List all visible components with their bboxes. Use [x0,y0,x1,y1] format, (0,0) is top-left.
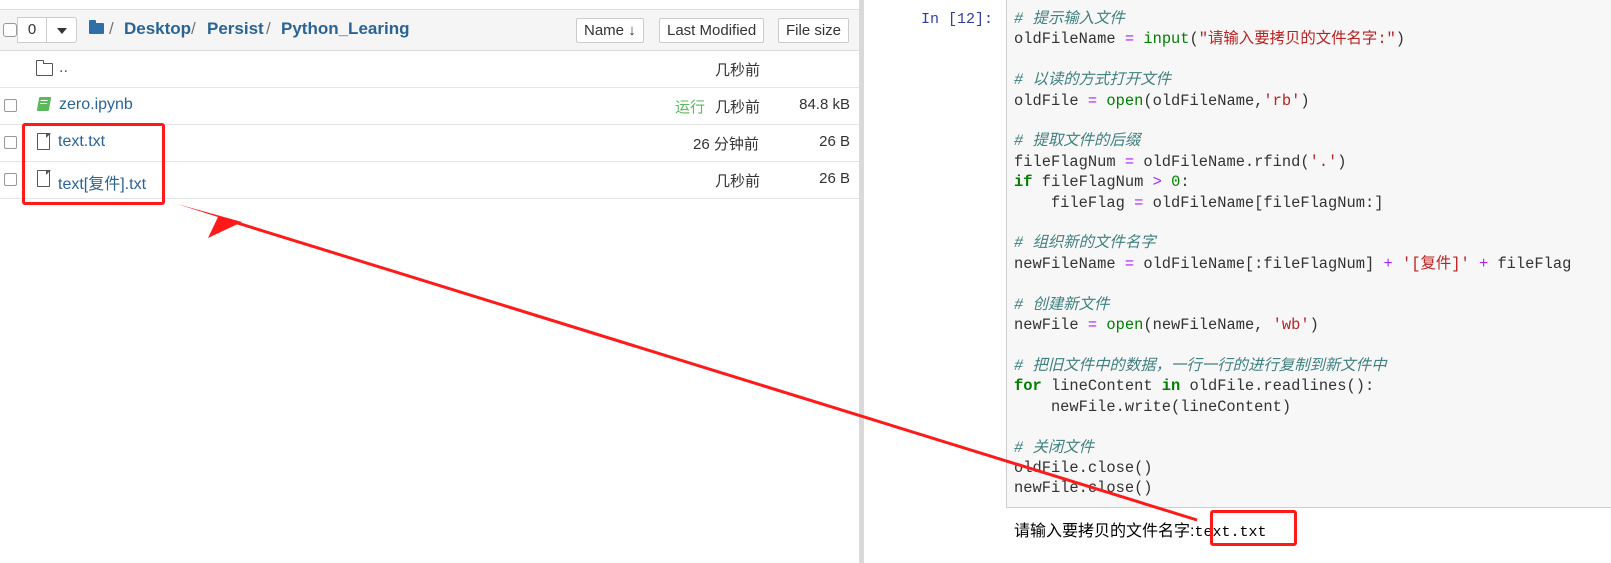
file-name[interactable]: .. [59,59,68,77]
file-size: 26 B [819,170,850,187]
last-modified: 几秒前 [715,99,761,116]
selected-count: 0 [17,17,47,43]
code-line: # 创建新文件 [1014,295,1110,314]
sort-by-file-size-button[interactable]: File size [778,18,850,43]
file-size: 26 B [819,133,850,150]
code-line: # 把旧文件中的数据，一行一行的进行复制到新文件中 [1014,356,1387,375]
code-line: for lineContent in oldFile.readlines(): [1014,377,1375,396]
last-modified: 26 分钟前 [693,136,759,153]
code-line: newFile.write(lineContent) [1014,397,1292,416]
output-prompt-text: 请输入要拷贝的文件名字: [1014,523,1195,540]
breadcrumb-separator: / [266,19,271,38]
row-checkbox[interactable] [4,136,17,149]
sort-by-name-button[interactable]: Name ↓ [576,18,644,43]
code-line: oldFile = open(oldFileName,'rb') [1014,91,1310,110]
code-line: if fileFlagNum > 0: [1014,173,1190,192]
row-checkbox[interactable] [4,99,17,112]
breadcrumb-desktop[interactable]: Desktop [124,19,191,39]
file-name[interactable]: zero.ipynb [59,96,133,114]
breadcrumb-persist[interactable]: Persist [207,19,264,39]
folder-icon[interactable] [89,20,104,34]
file-list-header: 0 / Desktop / Persist / Python_Learing N… [0,9,860,51]
arrow-down-icon: ↓ [628,22,636,39]
code-line: # 组织新的文件名字 [1014,234,1156,253]
code-line: # 提示输入文件 [1014,10,1125,28]
highlight-box [22,123,165,205]
running-status: 运行 [675,99,706,116]
code-line: newFileName = oldFileName[:fileFlagNum] … [1014,254,1572,273]
code-editor[interactable]: # 提示输入文件 oldFileName = input("请输入要拷贝的文件名… [1014,9,1571,499]
sort-by-last-modified-button[interactable]: Last Modified [659,18,765,43]
row-checkbox[interactable] [4,173,17,186]
select-all-checkbox[interactable] [3,23,17,37]
code-line: newFile.close() [1014,479,1153,498]
highlight-box [1210,510,1297,546]
file-size: 84.8 kB [799,96,850,113]
file-browser: 0 / Desktop / Persist / Python_Learing N… [0,0,860,563]
breadcrumb-python-learing[interactable]: Python_Learing [281,19,409,39]
notebook-icon [36,97,52,111]
code-line: # 关闭文件 [1014,438,1095,457]
breadcrumb-separator: / [109,19,114,38]
list-item[interactable]: .. 几秒前 [0,50,860,88]
sort-name-label: Name [584,22,625,39]
code-line: fileFlag = oldFileName[fileFlagNum:] [1014,193,1384,212]
code-line: newFile = open(newFileName, 'wb') [1014,316,1319,335]
selection-dropdown-button[interactable] [46,17,77,43]
list-item[interactable]: zero.ipynb 运行 几秒前 84.8 kB [0,87,860,125]
last-modified: 几秒前 [715,173,761,190]
code-line: # 提取文件的后缀 [1014,132,1141,151]
code-line: fileFlagNum = oldFileName.rfind('.') [1014,152,1347,171]
notebook-panel: In [12]: # 提示输入文件 oldFileName = input("请… [864,0,1611,563]
last-modified: 几秒前 [715,62,761,79]
code-line: # 以读的方式打开文件 [1014,71,1171,90]
folder-icon [35,60,53,76]
code-line: oldFileName = input("请输入要拷贝的文件名字:") [1014,30,1406,49]
breadcrumb-separator: / [191,19,196,38]
input-prompt: In [12]: [921,11,994,28]
code-line: oldFile.close() [1014,458,1153,477]
